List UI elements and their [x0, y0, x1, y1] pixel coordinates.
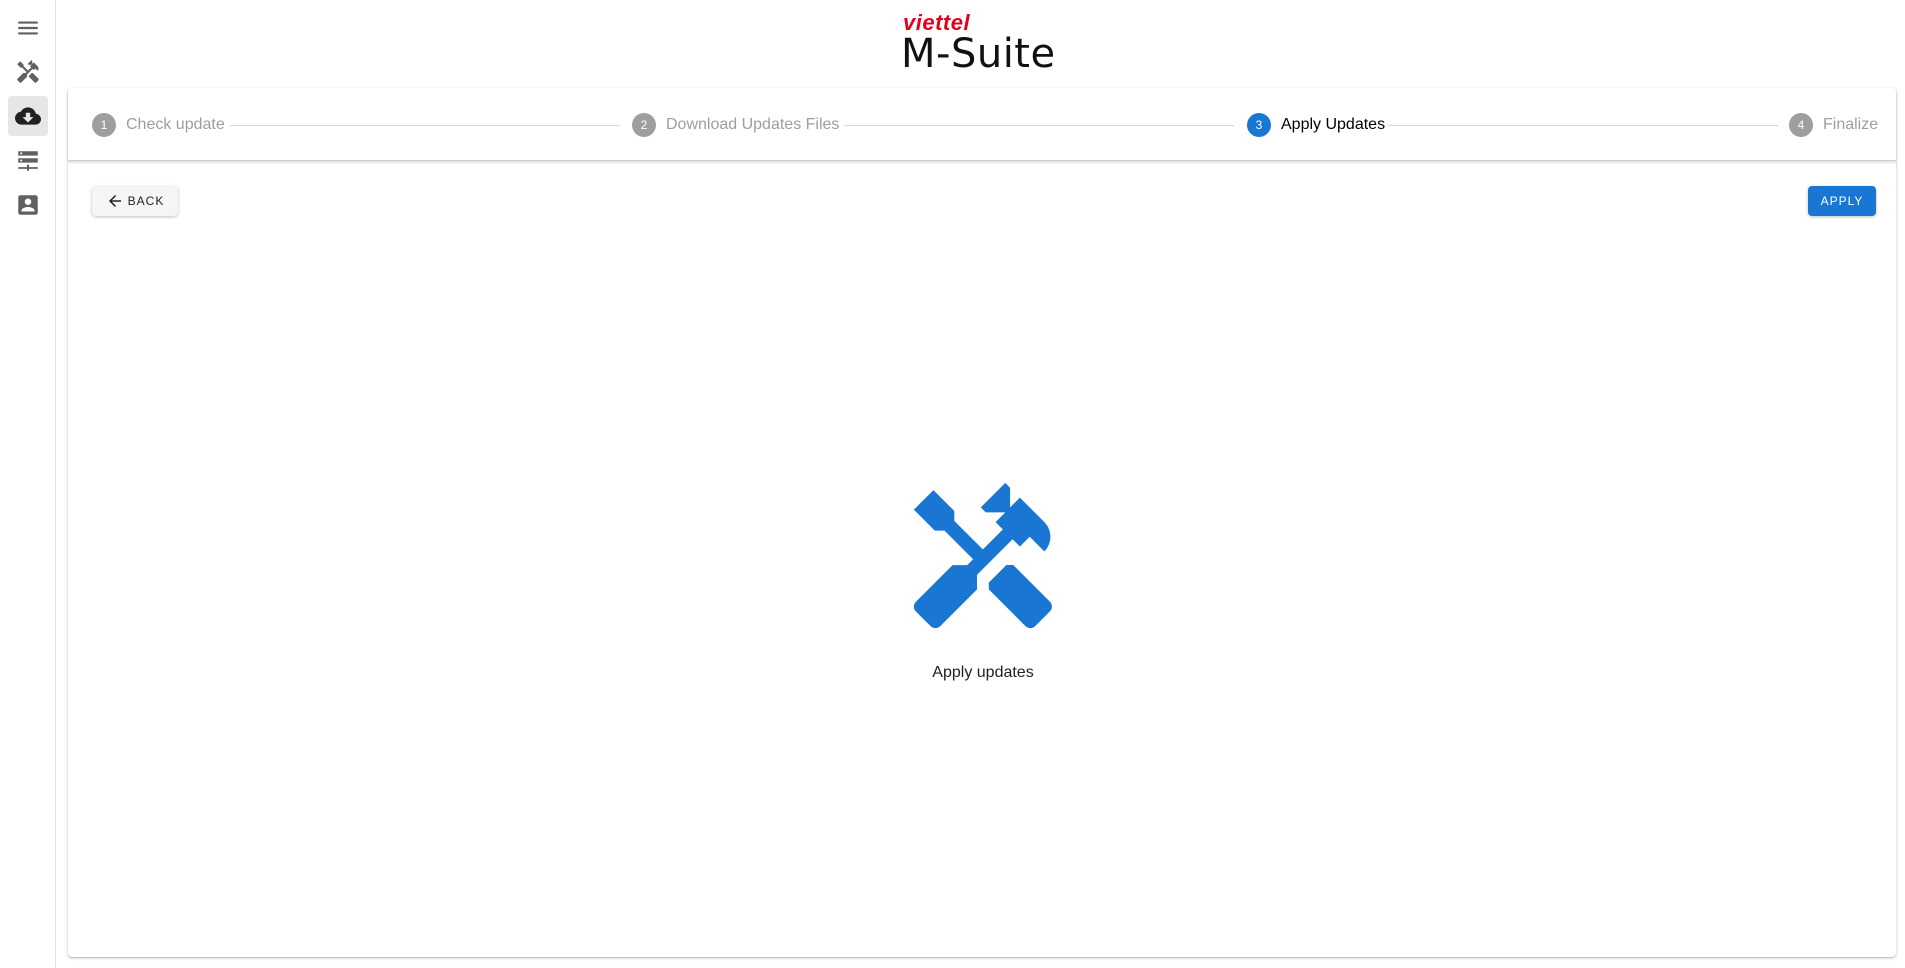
- back-button-label: BACK: [127, 194, 165, 208]
- sidebar-item-updates[interactable]: [8, 96, 48, 136]
- step-number: 1: [92, 113, 116, 137]
- update-card: 1 Check update 2 Download Updates Files …: [68, 88, 1896, 957]
- stepper: 1 Check update 2 Download Updates Files …: [68, 88, 1896, 161]
- step-connector: [1388, 125, 1778, 126]
- step-number: 3: [1247, 113, 1271, 137]
- apply-button[interactable]: APPLY: [1808, 186, 1876, 216]
- server-icon: [18, 151, 38, 171]
- apply-updates-label: Apply updates: [932, 664, 1034, 681]
- step-finalize: 4 Finalize: [1789, 113, 1878, 137]
- step-label: Check update: [126, 116, 225, 133]
- brand-main-text: M-Suite: [901, 31, 1056, 77]
- cloud-download-icon: [15, 107, 41, 125]
- menu-button[interactable]: [8, 8, 48, 48]
- step-number: 2: [632, 113, 656, 137]
- menu-icon: [18, 21, 38, 35]
- step-number: 4: [1789, 113, 1813, 137]
- sidebar-item-account[interactable]: [8, 185, 48, 225]
- sidebar-item-tools[interactable]: [8, 52, 48, 92]
- apply-button-label: APPLY: [1820, 194, 1864, 208]
- brand-logo: viettel M-Suite: [901, 12, 1061, 77]
- step-connector: [844, 125, 1234, 126]
- step-label: Finalize: [1823, 116, 1879, 133]
- tools-icon: [17, 60, 39, 83]
- tools-icon: [900, 476, 1066, 642]
- arrow-left-icon: [108, 195, 121, 207]
- step-label: Download Updates Files: [666, 116, 840, 133]
- step-connector: [230, 125, 620, 126]
- step-label: Apply Updates: [1281, 116, 1386, 133]
- sidebar: [0, 0, 56, 968]
- account-box-icon: [18, 195, 38, 215]
- step-download-updates: 2 Download Updates Files: [632, 113, 839, 137]
- step-apply-updates: 3 Apply Updates: [1247, 113, 1385, 137]
- sidebar-item-servers[interactable]: [8, 141, 48, 181]
- back-button[interactable]: BACK: [92, 186, 178, 216]
- step-check-update: 1 Check update: [92, 113, 225, 137]
